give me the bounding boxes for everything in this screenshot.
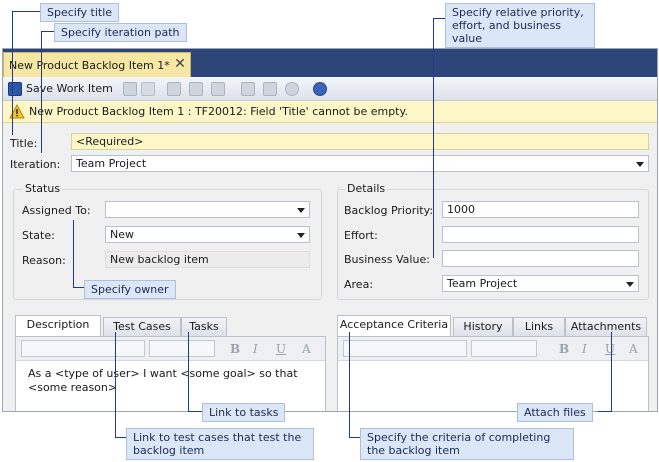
callout-specify-priority: Specify relative priority, effort, and b… (445, 3, 595, 48)
callout-line-title-h (12, 11, 40, 12)
callout-specify-title: Specify title (40, 3, 120, 22)
italic-button[interactable]: I (582, 342, 587, 356)
attach-icon[interactable] (211, 82, 225, 96)
font-size-dropdown[interactable] (149, 340, 215, 357)
callout-line-criteria (349, 332, 350, 437)
iteration-value: Team Project (76, 157, 147, 170)
validation-message: New Product Backlog Item 1 : TF20012: Fi… (29, 105, 408, 118)
callout-line-attach (611, 332, 612, 411)
assigned-to-dropdown[interactable] (105, 201, 310, 218)
callout-line-tasks-h (188, 411, 202, 412)
font-family-dropdown[interactable] (21, 340, 145, 357)
description-editor[interactable]: As a <type of user> I want <some goal> s… (28, 367, 308, 395)
document-tab[interactable]: New Product Backlog Item 1* ✕ (3, 52, 191, 77)
assigned-to-label: Assigned To: (22, 204, 91, 217)
link-icon[interactable] (167, 82, 181, 96)
callout-specify-owner: Specify owner (84, 280, 176, 299)
effort-label: Effort: (344, 229, 378, 242)
save-icon[interactable] (8, 82, 22, 96)
save-work-item-button[interactable]: Save Work Item (26, 82, 113, 95)
callout-specify-iteration: Specify iteration path (54, 23, 187, 42)
effort-field[interactable] (442, 226, 639, 243)
title-field[interactable]: <Required> (71, 133, 649, 150)
callout-link-tasks: Link to tasks (202, 403, 286, 422)
callout-line-iteration-h (41, 31, 55, 32)
tab-attachments[interactable]: Attachments (565, 317, 647, 337)
help-icon[interactable] (313, 82, 327, 96)
reason-field: New backlog item (105, 251, 310, 268)
chevron-down-icon (636, 162, 644, 167)
area-label: Area: (344, 278, 374, 291)
toolbar: Save Work Item (3, 77, 657, 101)
backlog-priority-field[interactable]: 1000 (442, 201, 639, 218)
callout-link-test-cases: Link to test cases that test the backlog… (126, 428, 314, 460)
query-icon[interactable] (241, 82, 255, 96)
details-heading: Details (345, 182, 388, 195)
status-heading: Status (23, 182, 63, 195)
copy-icon[interactable] (123, 82, 137, 96)
state-value: New (110, 228, 134, 241)
chevron-down-icon (626, 282, 634, 287)
email-icon[interactable] (263, 82, 277, 96)
underline-button[interactable]: U (276, 342, 286, 356)
document-tab-title: New Product Backlog Item 1* (9, 59, 170, 72)
area-dropdown[interactable]: Team Project (442, 275, 639, 292)
callout-line-attach-h (598, 411, 612, 412)
callout-line-test-cases (115, 332, 116, 437)
italic-button[interactable]: I (253, 342, 258, 356)
undo-icon[interactable] (141, 82, 155, 96)
tab-acceptance-criteria[interactable]: Acceptance Criteria (337, 315, 451, 337)
criteria-format-toolbar: B I U A (338, 337, 648, 361)
validation-infobar: New Product Backlog Item 1 : TF20012: Fi… (3, 101, 657, 123)
font-color-button[interactable]: A (302, 342, 311, 356)
state-label: State: (22, 229, 55, 242)
font-family-dropdown[interactable] (343, 340, 467, 357)
tab-description[interactable]: Description (15, 315, 101, 337)
callout-line-priority (433, 18, 434, 258)
callout-line-owner (73, 220, 74, 287)
close-tab-icon[interactable]: ✕ (172, 56, 188, 72)
refresh-icon[interactable] (285, 82, 299, 96)
description-format-toolbar: B I U A (16, 337, 325, 361)
tab-links[interactable]: Links (513, 317, 565, 337)
callout-attach-files: Attach files (517, 403, 593, 422)
work-item-window: New Product Backlog Item 1* ✕ Save Work … (2, 48, 658, 412)
font-color-button[interactable]: A (629, 342, 638, 356)
description-panel: B I U A As a <type of user> I want <some… (15, 336, 326, 411)
acceptance-criteria-panel: B I U A (337, 336, 649, 411)
copy-item-icon[interactable] (189, 82, 203, 96)
iteration-dropdown[interactable]: Team Project (71, 155, 649, 172)
callout-specify-criteria: Specify the criteria of completing the b… (360, 428, 574, 460)
callout-line-title (12, 11, 13, 135)
tab-history[interactable]: History (453, 317, 513, 337)
bold-button[interactable]: B (230, 342, 240, 356)
chevron-down-icon (297, 233, 305, 238)
callout-line-tasks (188, 332, 189, 411)
area-value: Team Project (447, 277, 518, 290)
title-label: Title: (10, 137, 38, 150)
font-size-dropdown[interactable] (471, 340, 537, 357)
state-dropdown[interactable]: New (105, 226, 310, 243)
bold-button[interactable]: B (559, 342, 569, 356)
chevron-down-icon (297, 208, 305, 213)
backlog-priority-label: Backlog Priority: (344, 204, 434, 217)
callout-line-iteration (41, 31, 42, 153)
reason-label: Reason: (22, 254, 66, 267)
business-value-field[interactable] (442, 250, 639, 267)
document-tab-strip: New Product Backlog Item 1* ✕ (3, 49, 657, 77)
callout-line-priority-h (433, 18, 445, 19)
business-value-label: Business Value: (344, 253, 430, 266)
iteration-label: Iteration: (10, 158, 61, 171)
